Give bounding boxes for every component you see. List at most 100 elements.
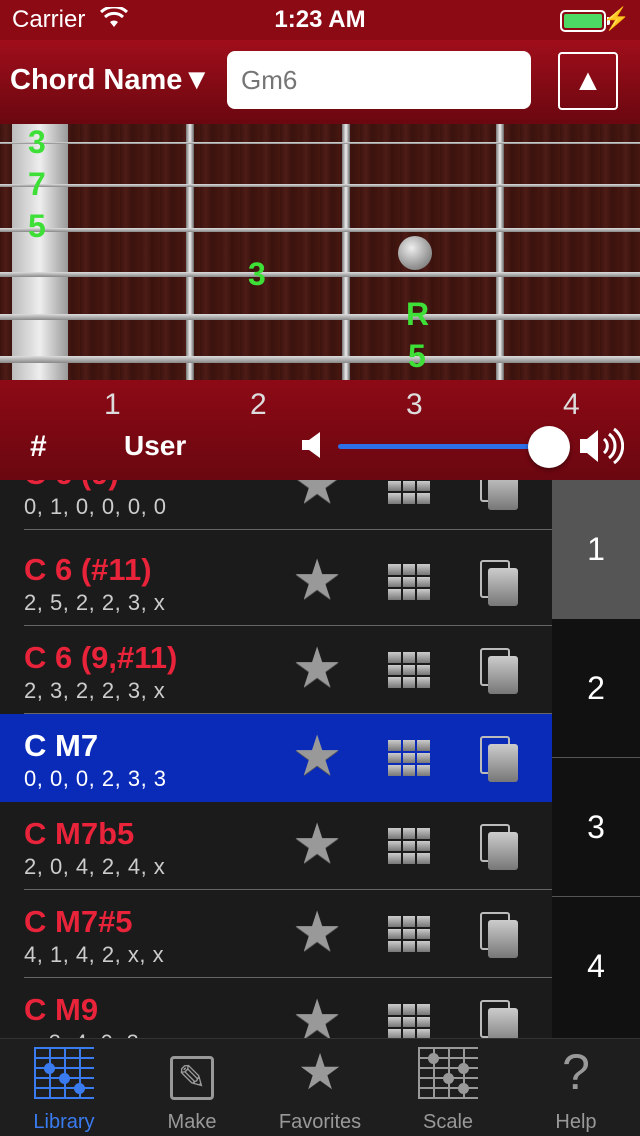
- chord-row-name: C 6 (#11): [24, 552, 152, 587]
- page-button-2[interactable]: 2: [552, 619, 640, 758]
- chord-grid-icon[interactable]: [388, 828, 430, 864]
- chord-grid-icon[interactable]: [388, 1004, 430, 1038]
- tab-bar: Library ✎ Make ★ Favorites Scale ? Help: [0, 1038, 640, 1136]
- chord-row[interactable]: C M7#5 4, 1, 4, 2, x, x ★: [0, 890, 552, 978]
- clock: 1:23 AM: [274, 6, 366, 33]
- chord-grid-icon[interactable]: [388, 564, 430, 600]
- tab-label: Scale: [422, 1111, 474, 1133]
- fret-wire: [496, 124, 504, 380]
- finger-dot[interactable]: [398, 236, 432, 270]
- pencil-icon: ✎: [128, 1039, 256, 1105]
- chord-row-selected[interactable]: C M7 0, 0, 0, 2, 3, 3 ★: [0, 714, 552, 802]
- string-3: [0, 228, 640, 232]
- root-label: R: [406, 296, 430, 332]
- volume-high-icon: [578, 426, 625, 474]
- chord-row-frets: 2, 5, 2, 2, 3, x: [24, 590, 166, 615]
- string-4: [0, 272, 640, 277]
- tab-make[interactable]: ✎ Make: [128, 1039, 256, 1136]
- chord-list[interactable]: C 6 (9) 0, 1, 0, 0, 0, 0 ★ C 6 (#11) 2, …: [0, 480, 552, 1038]
- fretboard[interactable]: 3 7 5 3 R 5: [0, 124, 640, 380]
- chord-grid-icon[interactable]: [388, 916, 430, 952]
- string-2: [0, 184, 640, 187]
- status-bar: Carrier 1:23 AM ⚡: [0, 0, 640, 40]
- chord-row-frets: 2, 3, 2, 2, 3, x: [24, 678, 166, 703]
- finger-label: 5: [408, 338, 426, 374]
- chord-row-name: C M9: [24, 992, 99, 1027]
- tab-favorites[interactable]: ★ Favorites: [256, 1039, 384, 1136]
- page-index: 1 2 3 4: [552, 480, 640, 1038]
- copy-icon[interactable]: [480, 560, 518, 606]
- library-icon: [0, 1039, 128, 1105]
- finger-label: 3: [248, 256, 266, 292]
- tab-label: Library: [33, 1111, 95, 1133]
- tab-label: Help: [555, 1111, 597, 1133]
- string-6: [0, 356, 640, 363]
- user-button[interactable]: User: [124, 430, 186, 462]
- copy-icon[interactable]: [480, 912, 518, 958]
- nut: [12, 124, 68, 380]
- favorite-star-icon[interactable]: ★: [292, 728, 342, 784]
- up-button[interactable]: ▲: [558, 52, 618, 110]
- favorite-star-icon[interactable]: ★: [292, 992, 342, 1039]
- volume-low-icon: [300, 430, 324, 467]
- chord-name-input[interactable]: [227, 51, 531, 109]
- fret-number: 2: [250, 388, 267, 421]
- help-icon: ?: [562, 1044, 590, 1100]
- fret-number: 3: [406, 388, 423, 421]
- page-button-3[interactable]: 3: [552, 758, 640, 897]
- chord-row[interactable]: C 6 (9,#11) 2, 3, 2, 2, 3, x ★: [0, 626, 552, 714]
- favorite-star-icon[interactable]: ★: [292, 816, 342, 872]
- copy-icon[interactable]: [480, 736, 518, 782]
- chord-row[interactable]: C M7b5 2, 0, 4, 2, 4, x ★: [0, 802, 552, 890]
- chord-row-frets: 0, 0, 0, 2, 3, 3: [24, 766, 167, 791]
- chord-row-frets: 4, 1, 4, 2, x, x: [24, 942, 165, 967]
- page-button-1[interactable]: 1: [552, 480, 640, 619]
- tab-label: Favorites: [278, 1111, 362, 1133]
- volume-slider-thumb[interactable]: [528, 426, 570, 468]
- chord-row-name: C 6 (9,#11): [24, 640, 178, 675]
- finger-label: 7: [28, 166, 46, 202]
- tab-label: Make: [167, 1111, 217, 1133]
- chord-header: Chord Name▼ ▲: [0, 40, 640, 124]
- tab-scale[interactable]: Scale: [384, 1039, 512, 1136]
- favorite-star-icon[interactable]: ★: [292, 552, 342, 608]
- controls-bar: 1 2 3 4 # User: [0, 380, 640, 480]
- chord-row-name: C M7: [24, 728, 99, 763]
- fret-number: 1: [104, 388, 121, 421]
- string-5: [0, 314, 640, 320]
- chord-grid-icon[interactable]: [388, 652, 430, 688]
- chord-row-frets: x, 3, 4, 0, 3: [24, 1030, 139, 1038]
- finger-label: 3: [28, 124, 46, 160]
- copy-icon[interactable]: [480, 480, 518, 510]
- chord-grid-icon[interactable]: [388, 740, 430, 776]
- copy-icon[interactable]: [480, 1000, 518, 1038]
- favorite-star-icon[interactable]: ★: [292, 640, 342, 696]
- battery-icon: [560, 10, 610, 32]
- tab-library[interactable]: Library: [0, 1039, 128, 1136]
- chord-row[interactable]: C 6 (9) 0, 1, 0, 0, 0, 0 ★: [0, 480, 552, 530]
- copy-icon[interactable]: [480, 824, 518, 870]
- chord-row-name: C M7b5: [24, 816, 135, 851]
- favorite-star-icon[interactable]: ★: [292, 904, 342, 960]
- page-button-4[interactable]: 4: [552, 897, 640, 1036]
- fret-number: 4: [563, 388, 580, 421]
- string-1: [0, 142, 640, 144]
- chord-row-frets: 0, 1, 0, 0, 0, 0: [24, 494, 167, 519]
- chord-row[interactable]: C M9 x, 3, 4, 0, 3 ★: [0, 978, 552, 1038]
- chord-row[interactable]: C 6 (#11) 2, 5, 2, 2, 3, x ★: [0, 538, 552, 626]
- favorite-star-icon[interactable]: ★: [292, 480, 342, 512]
- sharp-button[interactable]: #: [30, 430, 47, 464]
- charging-icon: ⚡: [602, 6, 630, 31]
- chord-row-name: C M7#5: [24, 904, 133, 939]
- finger-label: 5: [28, 208, 46, 244]
- fret-wire: [186, 124, 194, 380]
- scale-icon: [384, 1039, 512, 1105]
- copy-icon[interactable]: [480, 648, 518, 694]
- chord-row-name: C 6 (9): [24, 480, 119, 492]
- star-icon: ★: [297, 1044, 343, 1100]
- chord-name-dropdown[interactable]: Chord Name▼: [10, 64, 211, 97]
- volume-slider-track[interactable]: [338, 444, 548, 449]
- fret-wire: [342, 124, 350, 380]
- chord-grid-icon[interactable]: [388, 480, 430, 504]
- tab-help[interactable]: ? Help: [512, 1039, 640, 1136]
